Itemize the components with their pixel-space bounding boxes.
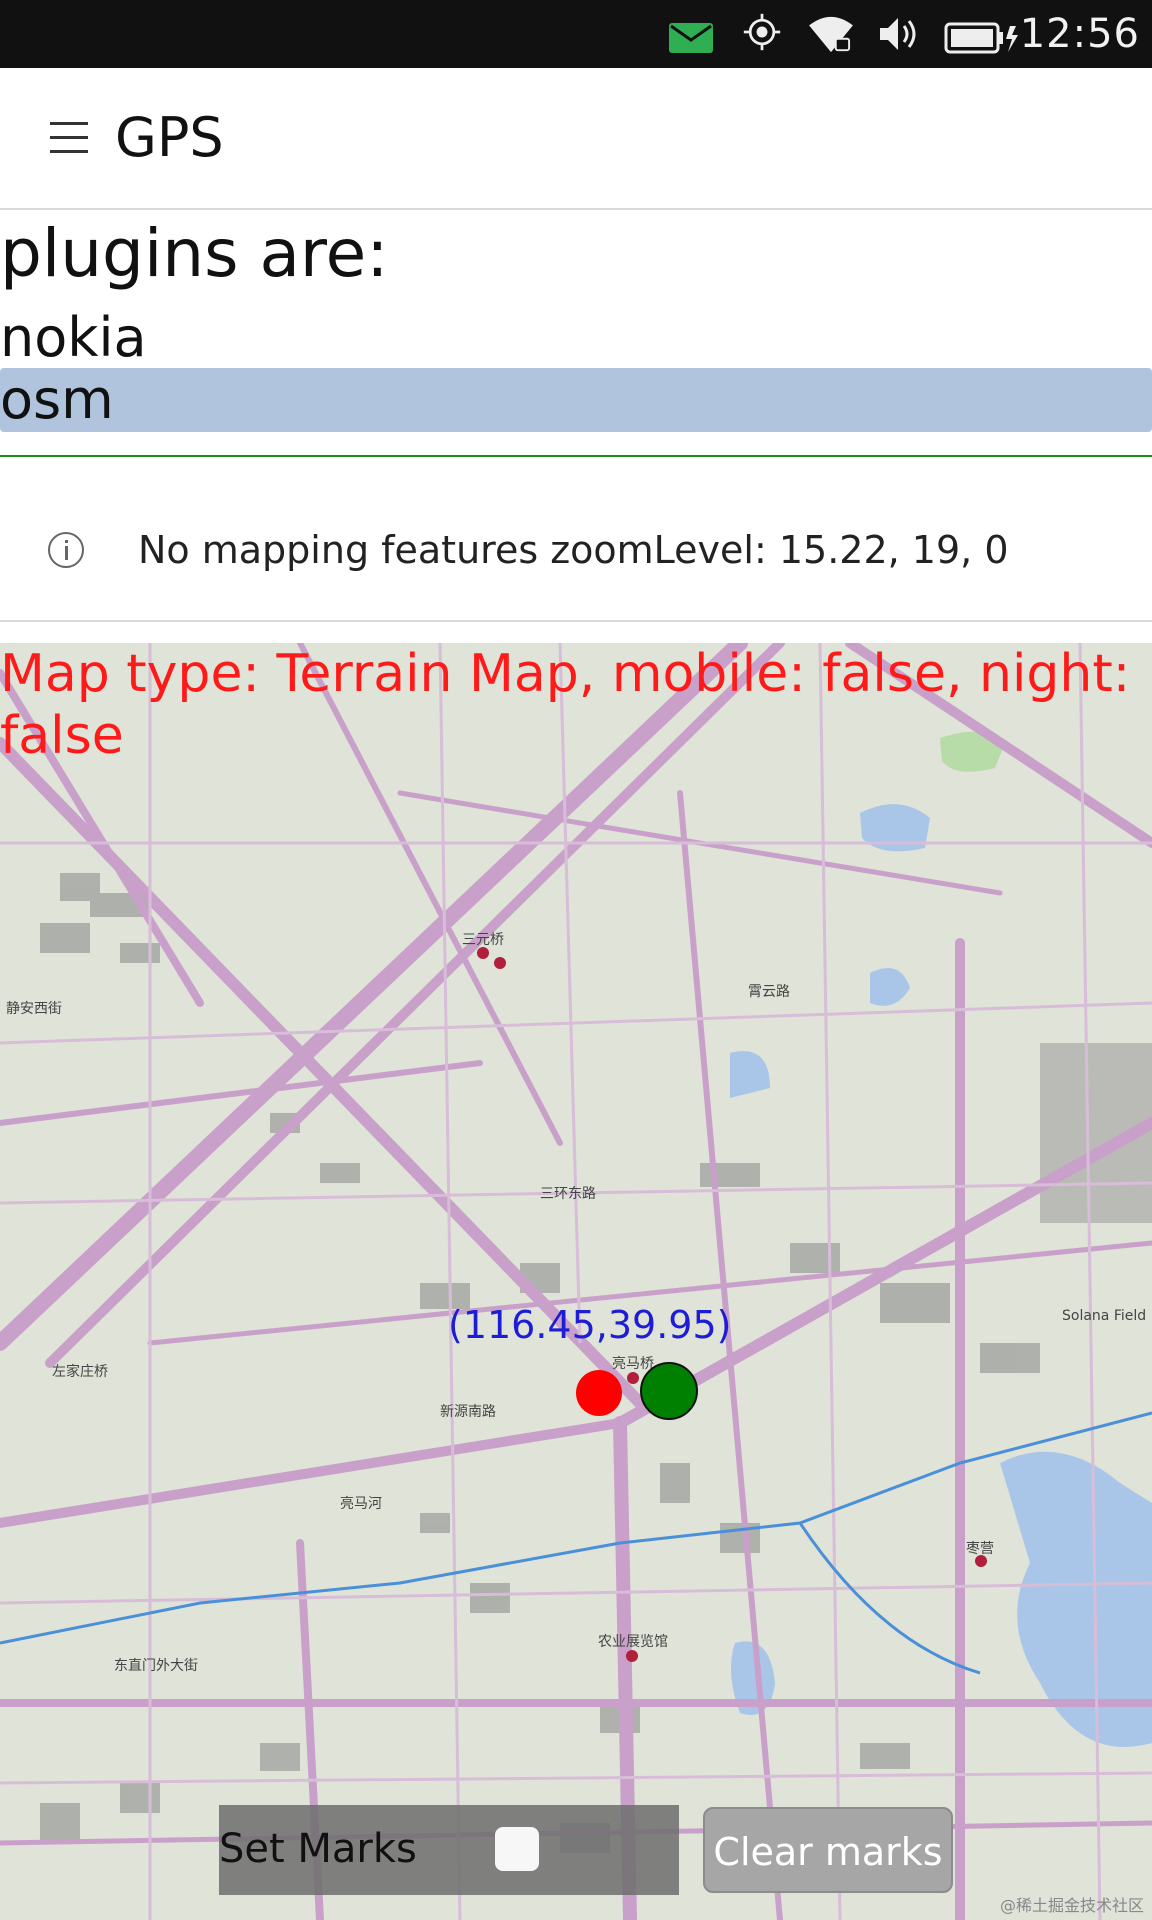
info-icon	[48, 532, 84, 568]
red-marker[interactable]	[576, 1370, 622, 1416]
hamburger-icon[interactable]	[50, 122, 88, 154]
set-marks-checkbox[interactable]	[495, 1827, 539, 1871]
info-text: No mapping features zoomLevel: 15.22, 19…	[138, 528, 1009, 572]
place-label-zuojiazhuang-bridge: 左家庄桥	[52, 1364, 108, 1380]
volume-icon	[880, 18, 916, 50]
mail-icon	[669, 23, 713, 53]
map-view[interactable]: 三元桥 亮马桥 农业展览馆 枣营 Solana Field 新源南路 东直门外大…	[0, 643, 1152, 1920]
plugin-item-nokia[interactable]: nokia	[0, 306, 1152, 370]
place-label-east-third-ring: 三环东路	[540, 1186, 596, 1202]
place-label-zaoying: 枣营	[966, 1541, 994, 1557]
place-label-solana: Solana Field	[1062, 1308, 1147, 1324]
gps-icon	[743, 13, 781, 51]
status-time: 12:56	[1019, 11, 1140, 57]
map-attribution: @稀土掘金技术社区	[999, 1896, 1144, 1915]
page-title: GPS	[115, 106, 224, 169]
battery-charging-icon	[944, 22, 1018, 54]
place-label-xinyuan-south-road: 新源南路	[440, 1404, 496, 1420]
info-row: No mapping features zoomLevel: 15.22, 19…	[0, 500, 1152, 622]
place-label-dongzhimen-outer-street: 东直门外大街	[114, 1658, 198, 1674]
list-divider	[0, 455, 1152, 457]
status-bar: 12:56	[0, 0, 1152, 68]
map-type-text: Map type: Terrain Map, mobile: false, ni…	[0, 644, 1131, 766]
clear-marks-button[interactable]: Clear marks	[703, 1807, 953, 1893]
app-header: GPS	[0, 68, 1152, 210]
plugin-item-osm[interactable]: osm	[0, 368, 1152, 432]
plugins-heading: plugins are:	[0, 215, 389, 292]
set-marks-toggle[interactable]: Set Marks	[219, 1805, 679, 1895]
map-background	[0, 643, 1152, 1920]
coordinate-label: (116.45,39.95)	[448, 1303, 732, 1347]
place-label-sanyuanqiao: 三元桥	[462, 932, 504, 948]
green-marker[interactable]	[640, 1362, 698, 1420]
place-label-agricultural-exhibition: 农业展览馆	[598, 1634, 668, 1650]
set-marks-label: Set Marks	[219, 1826, 417, 1872]
place-label-xiaoyun-road: 霄云路	[748, 984, 790, 1000]
wifi-icon	[809, 16, 853, 53]
place-label-jingan-west-street: 静安西街	[6, 1001, 62, 1017]
place-label-liangma-river: 亮马河	[340, 1496, 382, 1512]
